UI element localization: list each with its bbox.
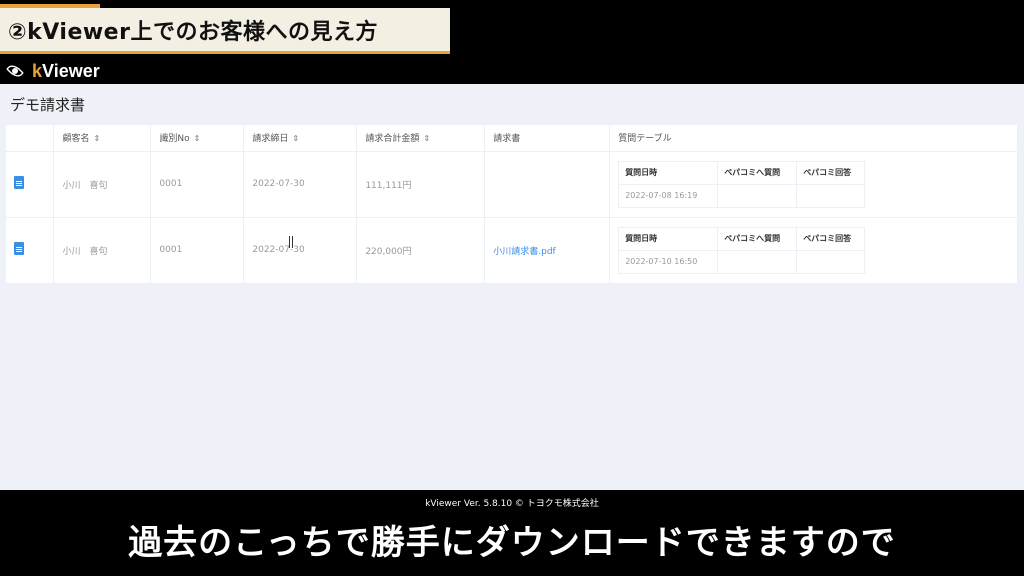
app-footer: kViewer Ver. 5.8.10 © トヨクモ株式会社 <box>425 499 599 509</box>
cell-closing-date: 2022-07-30 <box>243 217 358 284</box>
record-table: 顧客名 ⇕ 識別No ⇕ 請求締日 ⇕ 請求合計金額 ⇕ 請求書 質問テーブル 小川 喜… <box>6 125 1018 284</box>
col-id-no[interactable]: 識別No ⇕ <box>150 125 245 152</box>
sort-icon[interactable]: ⇕ <box>93 134 100 143</box>
record-list: 顧客名 ⇕ 識別No ⇕ 請求締日 ⇕ 請求合計金額 ⇕ 請求書 質問テーブル 小川 喜… <box>6 125 1018 284</box>
cell-closing-date: 2022-07-30 <box>243 151 358 218</box>
kviewer-logo[interactable]: kViewer <box>32 61 100 82</box>
cell-id-no: 0001 <box>150 151 245 218</box>
question-subtable: 質問日時 ペパコミへ質問 ペパコミ回答 2022-07-10 16:50 <box>618 226 866 274</box>
invoice-pdf-link[interactable]: 小川請求書.pdf <box>493 247 555 257</box>
video-caption-top: ②kViewer上でのお客様への見え方 <box>0 4 450 54</box>
col-customer[interactable]: 顧客名 ⇕ <box>53 125 152 152</box>
question-date: 2022-07-10 16:50 <box>618 249 719 274</box>
sort-icon[interactable]: ⇕ <box>292 134 299 143</box>
cell-customer: 小川 喜句 <box>53 217 152 284</box>
cell-amount: 111,111円 <box>356 151 486 218</box>
document-icon[interactable] <box>14 242 24 255</box>
question-subtable: 質問日時 ペパコミへ質問 ペパコミ回答 2022-07-08 16:19 <box>618 160 866 208</box>
cell-question-table: 質問日時 ペパコミへ質問 ペパコミ回答 2022-07-10 16:50 <box>609 217 1018 284</box>
col-invoice: 請求書 <box>484 125 611 152</box>
caption-top-text: ②kViewer上でのお客様への見え方 <box>8 19 378 45</box>
sort-icon[interactable]: ⇕ <box>423 134 430 143</box>
cell-amount: 220,000円 <box>356 217 486 284</box>
cell-invoice: 小川請求書.pdf <box>484 217 611 284</box>
table-header-row: 顧客名 ⇕ 識別No ⇕ 請求締日 ⇕ 請求合計金額 ⇕ 請求書 質問テーブル <box>6 125 1018 152</box>
document-icon[interactable] <box>14 176 24 189</box>
cell-invoice <box>484 151 611 218</box>
question-date: 2022-07-08 16:19 <box>618 183 719 208</box>
video-caption-bottom: 過去のこっちで勝手にダウンロードできますので <box>128 523 896 563</box>
eye-icon <box>4 64 26 78</box>
col-amount[interactable]: 請求合計金額 ⇕ <box>356 125 486 152</box>
app-header: kViewer <box>0 58 1024 84</box>
sort-icon[interactable]: ⇕ <box>194 134 201 143</box>
col-detail <box>6 125 55 152</box>
col-closing-date[interactable]: 請求締日 ⇕ <box>243 125 358 152</box>
table-row[interactable]: 小川 喜句 0001 2022-07-30 111,111円 質問日時 ペパコミ… <box>6 151 1018 218</box>
text-cursor-icon <box>289 236 293 248</box>
cell-customer: 小川 喜句 <box>53 151 152 218</box>
col-question-table: 質問テーブル <box>609 125 1018 152</box>
cell-id-no: 0001 <box>150 217 245 284</box>
cell-question-table: 質問日時 ペパコミへ質問 ペパコミ回答 2022-07-08 16:19 <box>609 151 1018 218</box>
page-title: デモ請求書 <box>10 96 86 114</box>
table-row[interactable]: 小川 喜句 0001 2022-07-30 220,000円 小川請求書.pdf… <box>6 217 1018 284</box>
